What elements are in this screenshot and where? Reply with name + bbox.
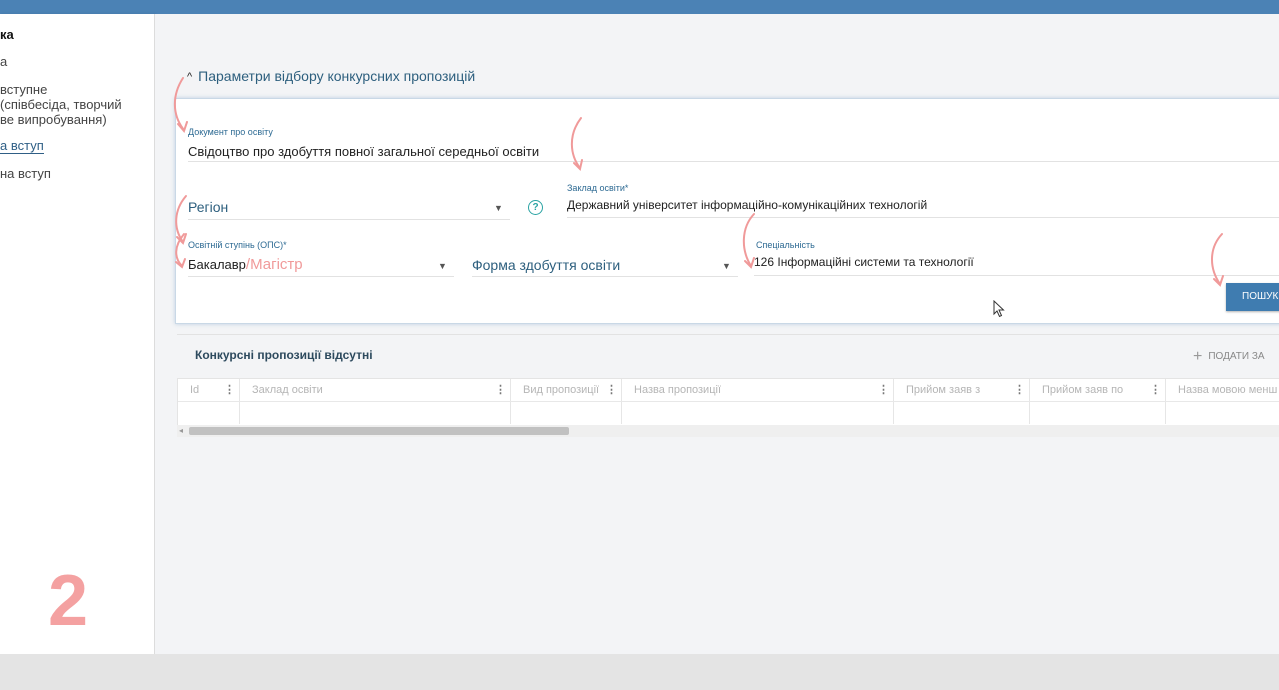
column-header-apps-from[interactable]: Прийом заяв з ⋮ <box>894 379 1030 401</box>
top-app-bar <box>0 0 1279 14</box>
doc-field[interactable]: Свідоцтво про здобуття повної загальної … <box>188 144 539 159</box>
degree-label: Освітній ступінь (ОПС)* <box>188 240 287 250</box>
bottom-strip <box>0 654 1279 690</box>
region-underline <box>188 219 510 220</box>
main-content: ^ Параметри відбору конкурсних пропозицій… <box>155 14 1279 654</box>
doc-field-label: Документ про освіту <box>188 127 273 137</box>
add-application-label: ПОДАТИ ЗА <box>1208 351 1265 362</box>
column-menu-icon[interactable]: ⋮ <box>1014 379 1025 401</box>
institution-label: Заклад освіти* <box>567 183 629 193</box>
table-cell <box>1030 402 1166 424</box>
degree-annotation: /Магістр <box>245 256 303 273</box>
column-header-offer-type[interactable]: Вид пропозиції ⋮ <box>511 379 622 401</box>
add-application-button[interactable]: + ПОДАТИ ЗА <box>1193 348 1265 366</box>
column-menu-icon[interactable]: ⋮ <box>1150 379 1161 401</box>
degree-value: Бакалавр <box>188 257 246 272</box>
column-header-id[interactable]: Id ⋮ <box>178 379 240 401</box>
institution-field[interactable]: Державний університет інформаційно-комун… <box>567 198 927 212</box>
divider <box>177 334 1279 335</box>
column-header-offer-name[interactable]: Назва пропозиції ⋮ <box>622 379 894 401</box>
column-header-institution[interactable]: Заклад освіти ⋮ <box>240 379 511 401</box>
filters-section-toggle[interactable]: ^ Параметри відбору конкурсних пропозицій <box>187 68 475 84</box>
chevron-down-icon[interactable]: ▼ <box>438 261 447 271</box>
degree-select[interactable]: Бакалавр/Магістр <box>188 256 303 273</box>
section-title: Параметри відбору конкурсних пропозицій <box>198 68 476 84</box>
sidebar-item-entrance-line3[interactable]: ве випробування) <box>0 112 107 127</box>
scrollbar-thumb[interactable] <box>189 427 569 435</box>
specialty-label: Спеціальність <box>756 240 815 250</box>
search-button[interactable]: ПОШУК <box>1226 283 1279 311</box>
degree-underline <box>188 276 454 277</box>
specialty-field[interactable]: 126 Інформаційні системи та технології <box>754 255 974 269</box>
column-menu-icon[interactable]: ⋮ <box>878 379 889 401</box>
study-form-underline <box>472 276 738 277</box>
help-icon[interactable]: ? <box>528 200 543 215</box>
doc-field-underline <box>188 161 1279 162</box>
scroll-left-icon[interactable]: ◂ <box>179 425 183 437</box>
table-cell <box>511 402 622 424</box>
column-menu-icon[interactable]: ⋮ <box>224 379 235 401</box>
table-cell <box>240 402 511 424</box>
sidebar-item-apply-active[interactable]: а вступ <box>0 138 44 154</box>
region-select[interactable]: Регіон <box>188 199 228 215</box>
sidebar-item-heading: ка <box>0 27 14 42</box>
sidebar-item-entrance[interactable]: вступне <box>0 82 47 97</box>
specialty-underline <box>754 275 1279 276</box>
plus-icon: + <box>1193 348 1203 365</box>
horizontal-scrollbar[interactable]: ◂ <box>177 425 1279 437</box>
mouse-cursor-icon <box>993 300 1005 318</box>
results-title: Конкурсні пропозиції відсутні <box>195 348 373 362</box>
sidebar-item-apply[interactable]: на вступ <box>0 166 51 181</box>
results-table: Id ⋮ Заклад освіти ⋮ Вид пропозиції ⋮ Назва… <box>177 378 1279 426</box>
column-header-apps-to[interactable]: Прийом заяв по ⋮ <box>1030 379 1166 401</box>
table-cell <box>178 402 240 424</box>
chevron-down-icon[interactable]: ▼ <box>494 203 503 213</box>
column-menu-icon[interactable]: ⋮ <box>606 379 617 401</box>
column-header-minority-name[interactable]: Назва мовою менш <box>1166 379 1279 401</box>
sidebar: ка а вступне (співбесіда, творчий ве вип… <box>0 14 155 654</box>
column-menu-icon[interactable]: ⋮ <box>495 379 506 401</box>
step-number-annotation: 2 <box>48 561 89 641</box>
chevron-up-icon: ^ <box>187 71 193 83</box>
institution-underline <box>567 217 1279 218</box>
table-cell <box>894 402 1030 424</box>
study-form-select[interactable]: Форма здобуття освіти <box>472 257 620 273</box>
chevron-down-icon[interactable]: ▼ <box>722 261 731 271</box>
sidebar-item[interactable]: а <box>0 54 7 69</box>
filters-panel: Документ про освіту Свідоцтво про здобут… <box>175 98 1279 324</box>
table-cell <box>622 402 894 424</box>
sidebar-item-entrance-line2[interactable]: (співбесіда, творчий <box>0 97 122 112</box>
